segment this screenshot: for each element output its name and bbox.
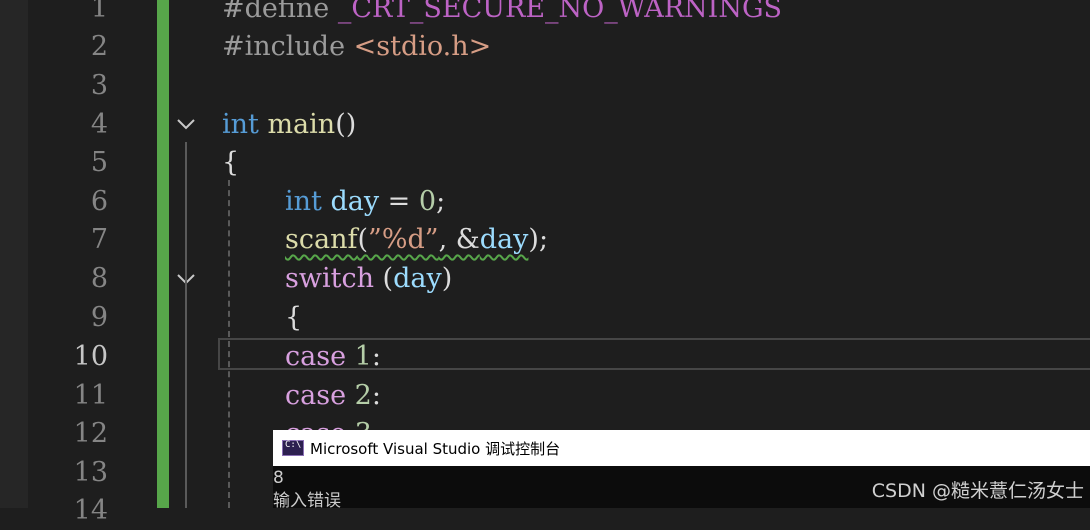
console-title: Microsoft Visual Studio 调试控制台 (310, 439, 561, 458)
console-output-line: 输入错误 (273, 491, 341, 511)
control-keyword: case (285, 341, 347, 372)
preprocessor-directive: #include (222, 31, 346, 62)
code-line-5[interactable]: { (222, 144, 239, 182)
watermark: CSDN @糙米薏仁汤女士 (871, 480, 1084, 502)
code-line-6[interactable]: int day = 0; (285, 183, 445, 221)
punctuation: ( (357, 224, 369, 255)
type-keyword: int (285, 186, 322, 217)
line-number: 12 (73, 418, 108, 449)
line-number: 7 (90, 224, 108, 255)
function-call: scanf (285, 224, 358, 255)
current-line-number: 10 (73, 341, 108, 372)
control-keyword: switch (285, 263, 374, 294)
punctuation: () (335, 109, 357, 140)
code-line-9[interactable]: { (285, 299, 302, 337)
line-number: 4 (90, 109, 108, 140)
change-tracking-bar (157, 0, 169, 508)
line-number: 2 (90, 31, 108, 62)
line-number: 13 (73, 457, 108, 488)
line-number: 11 (73, 380, 108, 411)
operator: = (379, 186, 419, 217)
line-number: 5 (90, 147, 108, 178)
variable: day (321, 186, 380, 217)
punctuation: , & (438, 224, 480, 255)
line-number: 14 (73, 495, 108, 526)
punctuation: ) (441, 263, 453, 294)
console-title-bar[interactable]: C:\ Microsoft Visual Studio 调试控制台 (273, 430, 1090, 466)
number-literal: 0 (418, 186, 437, 217)
code-line-2[interactable]: #include <stdio.h> (222, 28, 491, 66)
control-keyword: case (285, 380, 347, 411)
outline-guide (185, 296, 187, 508)
number-literal: 2 (346, 380, 372, 411)
line-number: 3 (90, 70, 108, 101)
punctuation: ); (528, 224, 549, 255)
code-line-8[interactable]: switch (day) (285, 260, 452, 298)
type-keyword: int (222, 109, 259, 140)
string-literal: ”%d” (368, 224, 439, 255)
colon: : (371, 380, 381, 411)
semicolon: ; (436, 186, 446, 217)
code-line-1[interactable]: #define _CRT_SECURE_NO_WARNINGS (222, 0, 782, 28)
colon: : (371, 341, 381, 372)
code-line-10[interactable]: case 1: (285, 338, 381, 376)
console-app-icon: C:\ (282, 440, 304, 456)
line-number: 8 (90, 263, 108, 294)
editor-margin (0, 0, 28, 508)
include-header: <stdio.h> (345, 31, 492, 62)
preprocessor-directive: #define (222, 0, 330, 24)
punctuation: ( (373, 263, 394, 294)
code-line-7[interactable]: scanf(”%d”, &day); (285, 221, 548, 259)
line-number: 1 (90, 0, 108, 24)
macro-name: _CRT_SECURE_NO_WARNINGS (329, 0, 783, 24)
code-line-11[interactable]: case 2: (285, 377, 381, 415)
fold-chevron-down-icon[interactable] (174, 112, 198, 136)
code-line-4[interactable]: int main() (222, 106, 356, 144)
variable: day (393, 263, 442, 294)
function-name: main (258, 109, 336, 140)
line-number: 9 (90, 302, 108, 333)
open-brace: { (285, 302, 303, 333)
open-brace: { (222, 147, 240, 178)
line-number: 6 (90, 186, 108, 217)
variable: day (479, 224, 529, 255)
console-output-line: 8 (273, 468, 284, 488)
number-literal: 1 (346, 341, 372, 372)
